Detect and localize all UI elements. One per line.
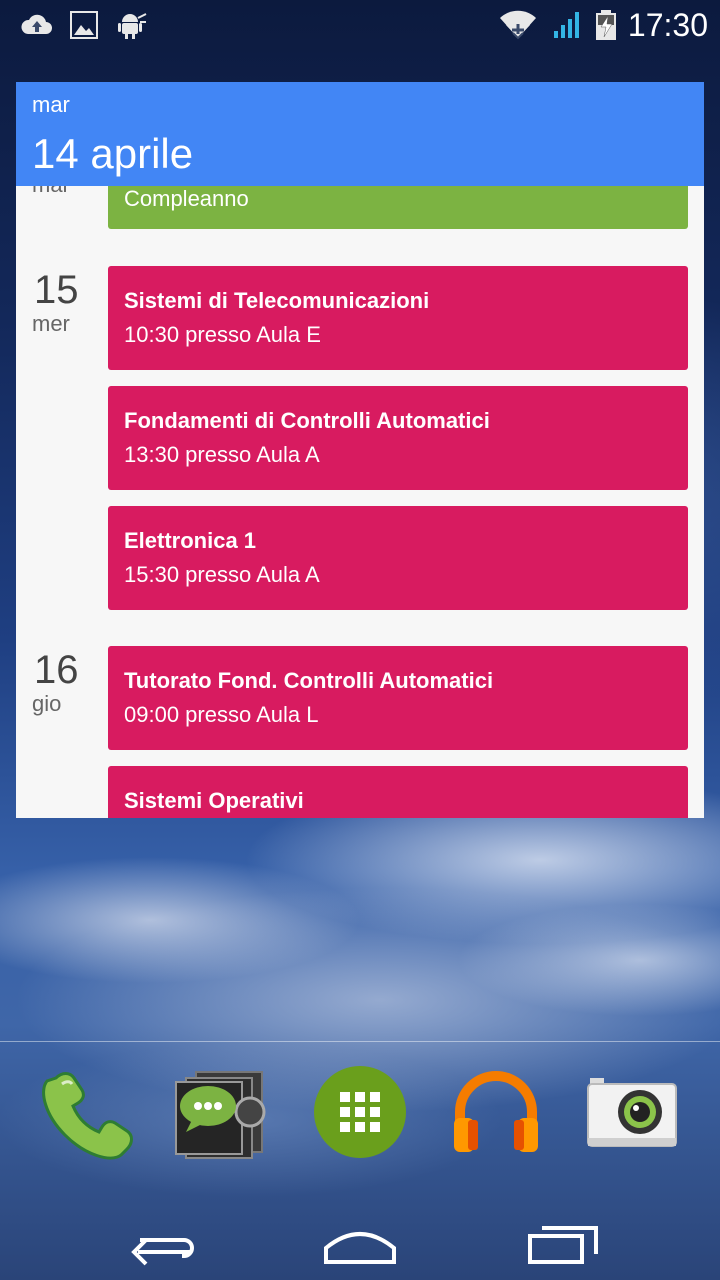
event-title: Elettronica 1 [124, 528, 257, 553]
cloud-upload-icon [21, 14, 52, 34]
event-card[interactable]: Elettronica 1 15:30 presso Aula A [108, 506, 688, 610]
event-title: Sistemi Operativi [124, 788, 304, 813]
camera-icon[interactable] [584, 1064, 680, 1160]
event-time-location: 15:30 presso Aula A [124, 562, 320, 587]
event-title: Compleanno [124, 186, 249, 211]
day-number: 16 [34, 648, 79, 692]
widget-header[interactable]: mar 14 aprile [16, 82, 704, 186]
gallery-icon [70, 11, 98, 39]
app-drawer-icon[interactable] [312, 1064, 408, 1160]
event-title: Sistemi di Telecomunicazioni [124, 288, 430, 313]
header-date: 14 aprile [32, 130, 194, 177]
header-weekday: mar [32, 92, 70, 117]
event-title: Tutorato Fond. Controlli Automatici [124, 668, 494, 693]
home-icon[interactable] [320, 1212, 400, 1268]
messaging-icon[interactable] [172, 1064, 268, 1160]
signal-icon [554, 12, 579, 38]
android-debug-icon [118, 13, 147, 39]
event-time-location: 13:30 presso Aula A [124, 442, 320, 467]
play-music-icon[interactable] [448, 1064, 544, 1160]
back-icon[interactable] [120, 1212, 200, 1268]
event-card[interactable]: Sistemi di Telecomunicazioni 10:30 press… [108, 266, 688, 370]
event-card[interactable]: Fondamenti di Controlli Automatici 13:30… [108, 386, 688, 490]
clock: 17:30 [627, 7, 708, 43]
day-name: mer [32, 311, 70, 336]
day-number: 15 [34, 268, 79, 312]
battery-charging-icon [596, 10, 616, 40]
event-card[interactable]: Tutorato Fond. Controlli Automatici 09:0… [108, 646, 688, 750]
event-card[interactable]: Sistemi Operativi [108, 766, 688, 818]
event-time-location: 09:00 presso Aula L [124, 702, 319, 727]
phone-icon[interactable] [40, 1064, 136, 1160]
agenda-list[interactable]: mar Compleanno 15 mer Sistemi di Telecom… [16, 82, 704, 818]
event-time-location: 10:30 presso Aula E [124, 322, 321, 347]
wifi-icon [500, 10, 536, 40]
day-name: gio [32, 691, 62, 716]
calendar-widget[interactable]: mar 14 aprile mar Compleanno 15 mer Sist… [16, 82, 704, 818]
navigation-bar [0, 1200, 720, 1280]
status-bar: 17:30 [0, 0, 720, 50]
event-title: Fondamenti di Controlli Automatici [124, 408, 490, 433]
recents-icon[interactable] [524, 1212, 604, 1268]
dock-divider [0, 1041, 720, 1042]
